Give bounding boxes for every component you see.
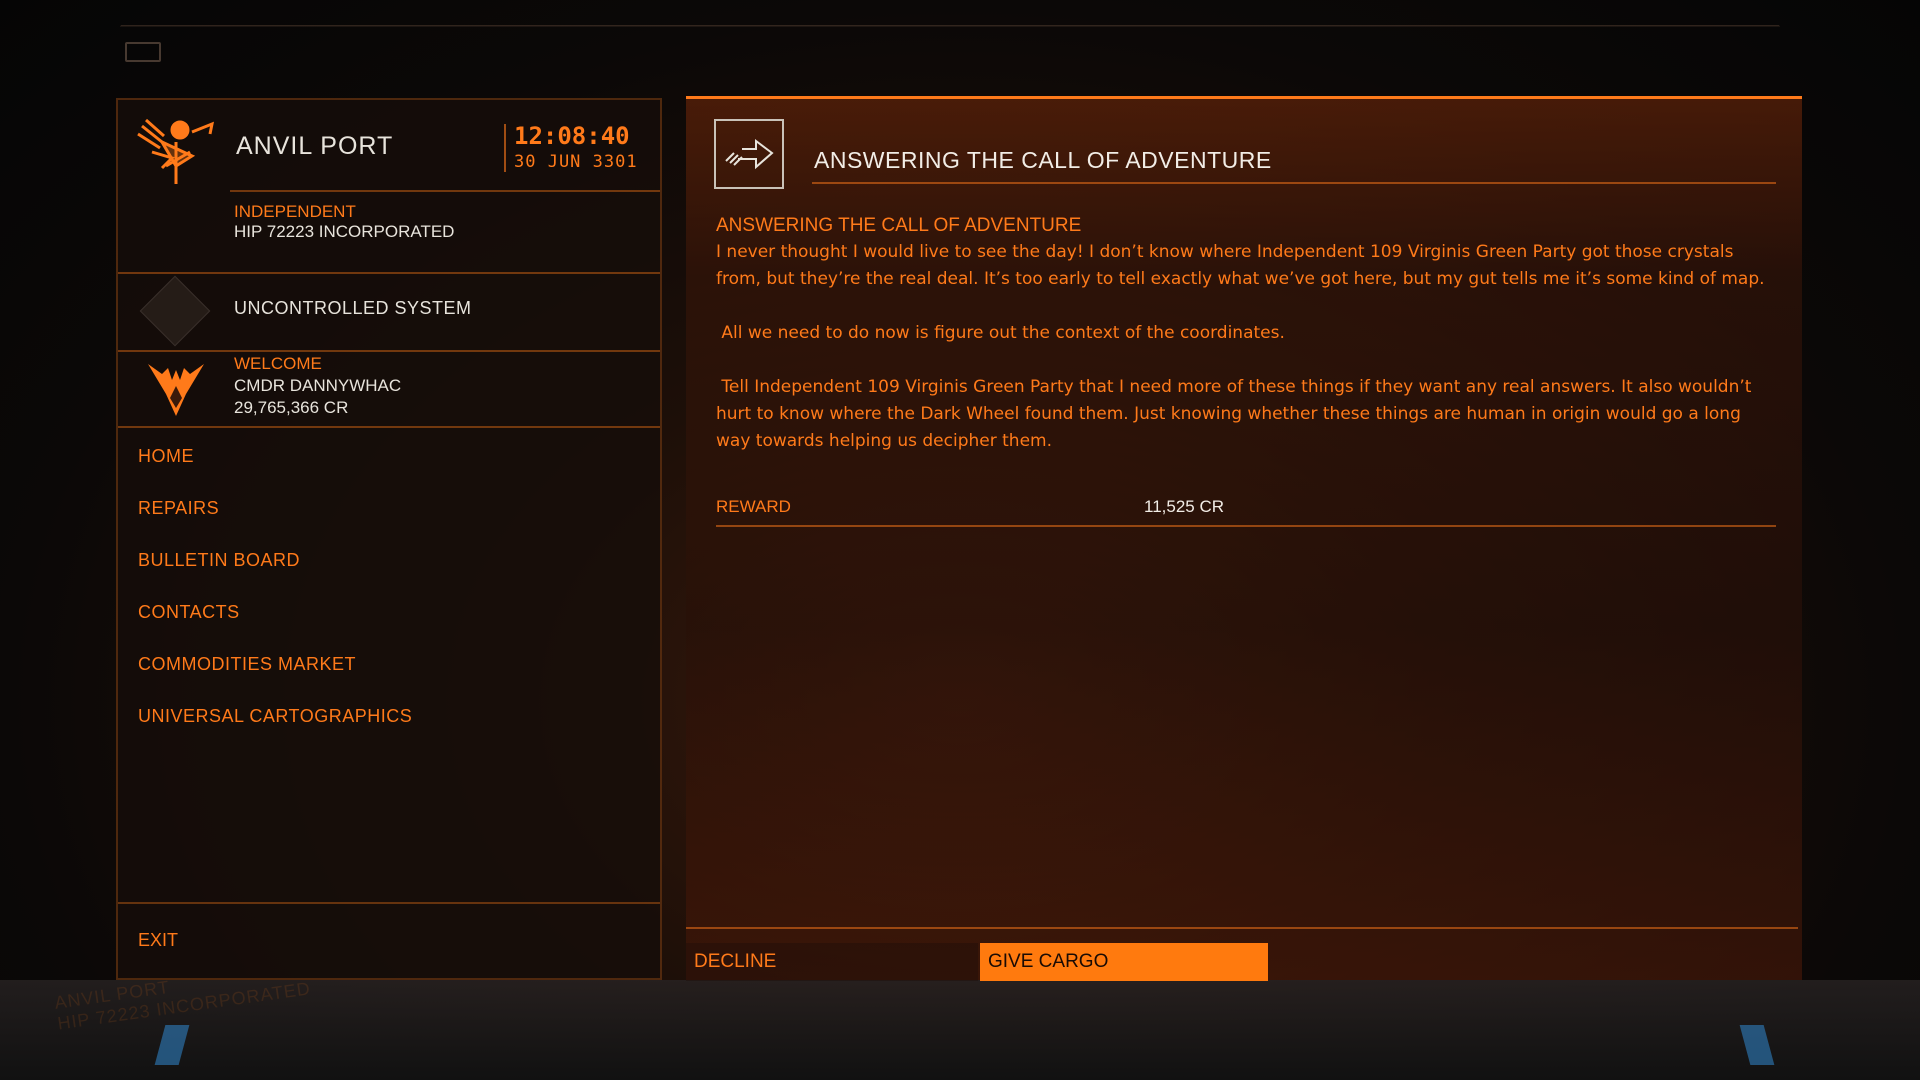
faction-name: HIP 72223 INCORPORATED xyxy=(234,222,455,241)
menu-item-commodities-market[interactable]: COMMODITIES MARKET xyxy=(118,638,660,690)
diamond-icon xyxy=(139,275,211,347)
clock-date: 30 JUN 3301 xyxy=(514,152,638,172)
commander-info: WELCOME CMDR DANNYWHAC 29,765,366 CR xyxy=(118,352,660,428)
commander-name: CMDR DANNYWHAC xyxy=(234,376,402,395)
mission-paragraph: All we need to do now is figure out the … xyxy=(716,323,1285,343)
mission-title: ANSWERING THE CALL OF ADVENTURE xyxy=(814,147,1272,173)
menu-item-home[interactable]: HOME xyxy=(118,430,660,482)
action-bar: DECLINE GIVE CARGO xyxy=(686,927,1798,981)
game-clock: 12:08:40 30 JUN 3301 xyxy=(504,122,656,172)
menu-item-contacts[interactable]: CONTACTS xyxy=(118,586,660,638)
decline-button[interactable]: DECLINE xyxy=(686,943,978,981)
divider xyxy=(812,182,1776,184)
mission-icon-frame xyxy=(714,119,784,189)
system-status: UNCONTROLLED SYSTEM xyxy=(118,274,660,352)
welcome-label: WELCOME xyxy=(234,354,322,373)
arrow-right-icon xyxy=(725,139,774,170)
menu-item-bulletin-board[interactable]: BULLETIN BOARD xyxy=(118,534,660,586)
mission-panel: ANSWERING THE CALL OF ADVENTURE ANSWERIN… xyxy=(686,96,1802,981)
station-info: ANVIL PORT 12:08:40 30 JUN 3301 INDEPEND… xyxy=(118,100,660,274)
divider xyxy=(118,902,660,904)
menu-item-universal-cartographics[interactable]: UNIVERSAL CARTOGRAPHICS xyxy=(118,690,660,742)
menu-item-repairs[interactable]: REPAIRS xyxy=(118,482,660,534)
give-cargo-button[interactable]: GIVE CARGO xyxy=(980,943,1268,981)
services-menu: HOME REPAIRS BULLETIN BOARD CONTACTS COM… xyxy=(118,430,660,742)
empire-emblem-icon xyxy=(148,364,204,416)
mission-subtitle: ANSWERING THE CALL OF ADVENTURE xyxy=(716,215,1082,236)
reward-value: 11,525 CR xyxy=(1144,497,1225,516)
station-name: ANVIL PORT xyxy=(236,132,394,160)
mission-paragraph: Tell Independent 109 Virginis Green Part… xyxy=(716,377,1757,451)
mission-paragraph: I never thought I would live to see the … xyxy=(716,242,1765,289)
station-icon xyxy=(137,118,215,184)
chat-icon xyxy=(125,42,161,62)
divider xyxy=(230,190,660,192)
reward-label: REWARD xyxy=(716,497,791,516)
system-status-label: UNCONTROLLED SYSTEM xyxy=(234,298,472,318)
cockpit-frame xyxy=(77,24,1823,79)
exit-button[interactable]: EXIT xyxy=(138,930,178,951)
reward-row: REWARD 11,525 CR xyxy=(716,495,1776,527)
clock-time: 12:08:40 xyxy=(514,122,630,150)
credit-balance: 29,765,366 CR xyxy=(234,398,349,417)
faction-allegiance: INDEPENDENT xyxy=(234,202,356,221)
station-services-panel: ANVIL PORT 12:08:40 30 JUN 3301 INDEPEND… xyxy=(116,98,662,980)
mission-description: ANSWERING THE CALL OF ADVENTURE I never … xyxy=(716,215,1776,482)
